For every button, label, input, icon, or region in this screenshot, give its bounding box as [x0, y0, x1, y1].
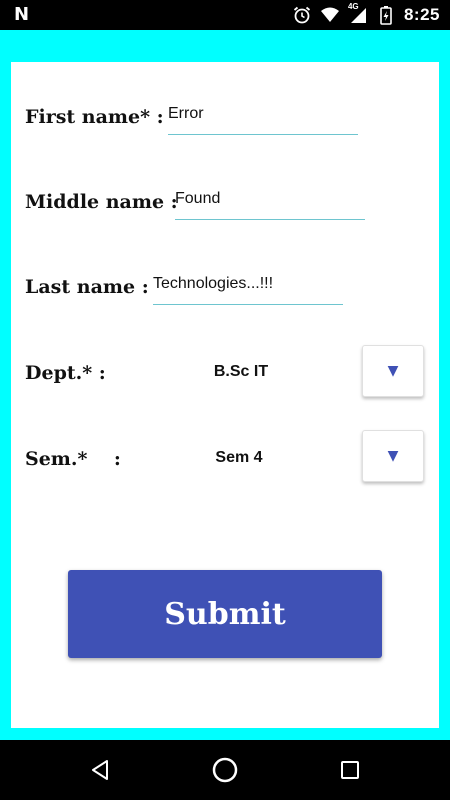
first-name-label: First name* :: [25, 106, 164, 128]
battery-charging-icon: [380, 6, 392, 25]
submit-button-label: Submit: [164, 596, 286, 632]
middle-name-label: Middle name :: [25, 191, 178, 213]
dropdown-arrow-icon: ▼: [387, 363, 399, 379]
network-type-label: 4G: [347, 2, 359, 11]
app-frame: First name* : Error Middle name : Found …: [0, 30, 450, 740]
home-button[interactable]: [211, 756, 239, 784]
dept-selected-value[interactable]: B.Sc IT: [191, 363, 291, 381]
sem-dropdown-button[interactable]: ▼: [362, 430, 424, 482]
recents-icon: [341, 761, 359, 779]
dept-dropdown-button[interactable]: ▼: [362, 345, 424, 397]
notification-n-icon: N: [14, 4, 30, 25]
home-icon: [212, 757, 238, 783]
submit-button[interactable]: Submit: [68, 570, 382, 658]
navigation-bar: [0, 740, 450, 800]
back-button[interactable]: [86, 756, 114, 784]
last-name-field[interactable]: Technologies...!!!: [153, 272, 343, 305]
last-name-value: Technologies...!!!: [153, 275, 274, 292]
sem-label: Sem.* :: [25, 448, 121, 470]
registration-form: First name* : Error Middle name : Found …: [11, 62, 439, 728]
recents-button[interactable]: [336, 756, 364, 784]
status-bar: N 4G 8:25: [0, 0, 450, 30]
wifi-icon: [320, 7, 339, 22]
dropdown-arrow-icon: ▼: [387, 448, 399, 464]
clock-time: 8:25: [403, 5, 440, 24]
dept-label: Dept.* :: [25, 362, 106, 384]
cellular-signal-icon: 4G: [347, 2, 368, 25]
sem-selected-value[interactable]: Sem 4: [189, 449, 289, 467]
first-name-value: Error: [168, 105, 204, 122]
alarm-icon: [293, 6, 311, 24]
middle-name-field[interactable]: Found: [175, 187, 365, 220]
first-name-field[interactable]: Error: [168, 102, 358, 135]
middle-name-value: Found: [175, 190, 221, 207]
last-name-label: Last name :: [25, 276, 149, 298]
back-icon: [92, 760, 108, 780]
